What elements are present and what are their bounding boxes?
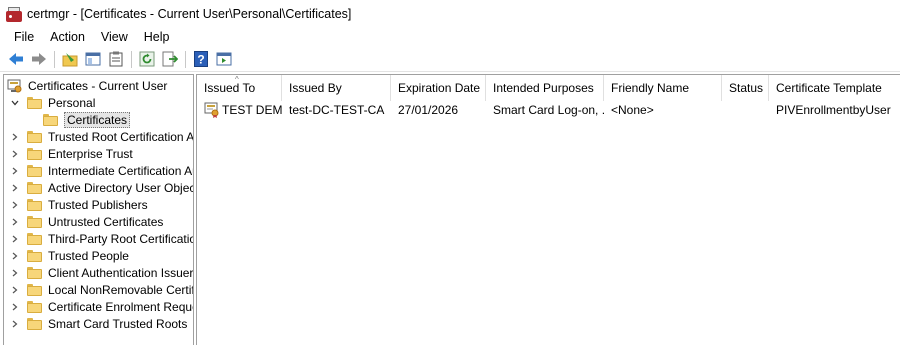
chevron-right-icon[interactable] — [9, 247, 21, 264]
toolbar-separator — [185, 50, 186, 68]
chevron-right-icon[interactable] — [9, 264, 21, 281]
column-header-friendly-name[interactable]: Friendly Name — [604, 75, 722, 101]
menu-view[interactable]: View — [93, 30, 136, 44]
refresh-icon[interactable] — [137, 49, 157, 69]
table-row-cell-issued-to[interactable]: TEST DEMO — [197, 101, 282, 118]
show-hide-tree-icon[interactable] — [83, 49, 103, 69]
column-header-certificate-template[interactable]: Certificate Template — [769, 75, 900, 101]
certificate-store-icon — [7, 79, 22, 92]
folder-icon — [27, 181, 42, 194]
tree-item-store[interactable]: Trusted Root Certification Aut — [9, 128, 194, 145]
chevron-down-icon[interactable] — [9, 94, 21, 111]
menu-help[interactable]: Help — [136, 30, 178, 44]
chevron-right-icon[interactable] — [9, 179, 21, 196]
toolbar-separator — [54, 50, 55, 68]
tree-item-label-selected: Certificates — [64, 111, 131, 128]
column-header-status[interactable]: Status — [722, 75, 769, 101]
window-title: certmgr - [Certificates - Current User\P… — [27, 6, 352, 21]
certificate-icon — [204, 102, 219, 118]
tree-item-store[interactable]: Smart Card Trusted Roots — [9, 315, 187, 332]
table-row-cell-status[interactable] — [722, 101, 769, 118]
tree-item-store[interactable]: Third-Party Root Certification — [9, 230, 194, 247]
tree-item-store[interactable]: Local NonRemovable Certifica — [9, 281, 194, 298]
tree-item-label: Client Authentication Issuers — [48, 265, 194, 280]
tree-item-store[interactable]: Certificate Enrolment Request — [9, 298, 194, 315]
chevron-right-icon[interactable] — [9, 145, 21, 162]
column-header-expiration-date[interactable]: Expiration Date — [391, 75, 486, 101]
forward-arrow-icon[interactable] — [29, 49, 49, 69]
table-row-cell-friendly-name[interactable]: <None> — [604, 101, 722, 118]
certmgr-app-icon — [6, 6, 22, 22]
folder-icon — [27, 96, 42, 109]
folder-icon — [27, 147, 42, 160]
tree-item-certificates[interactable]: Certificates — [43, 111, 131, 128]
column-header-intended-purposes[interactable]: Intended Purposes — [486, 75, 604, 101]
tree-item-label: Untrusted Certificates — [48, 214, 164, 229]
chevron-right-icon[interactable] — [9, 196, 21, 213]
column-header-issued-to[interactable]: ^ Issued To — [197, 75, 282, 101]
tree-item-label: Certificate Enrolment Request — [48, 299, 194, 314]
certificate-list: ^ Issued To Issued By Expiration Date In… — [196, 74, 900, 345]
tree-item-store[interactable]: Client Authentication Issuers — [9, 264, 194, 281]
tree-item-label: Third-Party Root Certification — [48, 231, 194, 246]
folder-icon — [27, 232, 42, 245]
folder-icon — [27, 283, 42, 296]
svg-text:?: ? — [197, 53, 204, 67]
toolbar-separator — [131, 50, 132, 68]
folder-icon — [27, 300, 42, 313]
toolbar: ? — [0, 47, 900, 72]
tree-item-label: Trusted Publishers — [48, 197, 148, 212]
chevron-right-icon[interactable] — [9, 213, 21, 230]
tree-item-label: Personal — [48, 95, 96, 110]
folder-icon — [27, 198, 42, 211]
tree-item-store[interactable]: Enterprise Trust — [9, 145, 133, 162]
up-folder-icon[interactable] — [60, 49, 80, 69]
tree-item-label: Local NonRemovable Certifica — [48, 282, 194, 297]
tree-item-label: Trusted Root Certification Aut — [48, 129, 194, 144]
chevron-right-icon[interactable] — [9, 128, 21, 145]
tree-root-label: Certificates - Current User — [28, 78, 168, 93]
tree-item-label: Enterprise Trust — [48, 146, 133, 161]
tree-item-personal[interactable]: Personal — [9, 94, 95, 111]
sort-indicator-icon: ^ — [235, 75, 239, 84]
properties-icon[interactable] — [106, 49, 126, 69]
table-row-cell-expiration[interactable]: 27/01/2026 — [391, 101, 486, 118]
tree-item-store[interactable]: Trusted Publishers — [9, 196, 148, 213]
tree-item-store[interactable]: Trusted People — [9, 247, 129, 264]
tree-item-label: Smart Card Trusted Roots — [48, 316, 188, 331]
title-bar: certmgr - [Certificates - Current User\P… — [0, 0, 900, 27]
menu-bar: File Action View Help — [0, 27, 900, 47]
chevron-right-icon[interactable] — [9, 162, 21, 179]
export-list-icon[interactable] — [160, 49, 180, 69]
chevron-right-icon[interactable] — [9, 315, 21, 332]
folder-icon — [27, 249, 42, 262]
menu-file[interactable]: File — [6, 30, 42, 44]
chevron-right-icon[interactable] — [9, 281, 21, 298]
action-pane-icon[interactable] — [214, 49, 234, 69]
folder-icon — [43, 113, 58, 126]
back-arrow-icon[interactable] — [6, 49, 26, 69]
menu-action[interactable]: Action — [42, 30, 93, 44]
folder-icon — [27, 215, 42, 228]
tree-item-label: Intermediate Certification Aut — [48, 163, 194, 178]
chevron-right-icon[interactable] — [9, 230, 21, 247]
tree-item-store[interactable]: Untrusted Certificates — [9, 213, 163, 230]
tree-item-store[interactable]: Intermediate Certification Aut — [9, 162, 194, 179]
table-row-cell-purposes[interactable]: Smart Card Log-on, ... — [486, 101, 604, 118]
chevron-right-icon[interactable] — [9, 298, 21, 315]
folder-icon — [27, 266, 42, 279]
help-icon[interactable]: ? — [191, 49, 211, 69]
console-tree: Certificates - Current User Personal Cer… — [3, 74, 194, 345]
tree-root[interactable]: Certificates - Current User — [7, 77, 167, 94]
table-row-cell-template[interactable]: PIVEnrollmentbyUser — [769, 101, 900, 118]
folder-icon — [27, 164, 42, 177]
table-row-cell-issued-by[interactable]: test-DC-TEST-CA — [282, 101, 391, 118]
tree-item-label: Trusted People — [48, 248, 129, 263]
folder-icon — [27, 317, 42, 330]
folder-icon — [27, 130, 42, 143]
column-header-issued-by[interactable]: Issued By — [282, 75, 391, 101]
tree-item-store[interactable]: Active Directory User Object — [9, 179, 194, 196]
tree-item-label: Active Directory User Object — [48, 180, 194, 195]
